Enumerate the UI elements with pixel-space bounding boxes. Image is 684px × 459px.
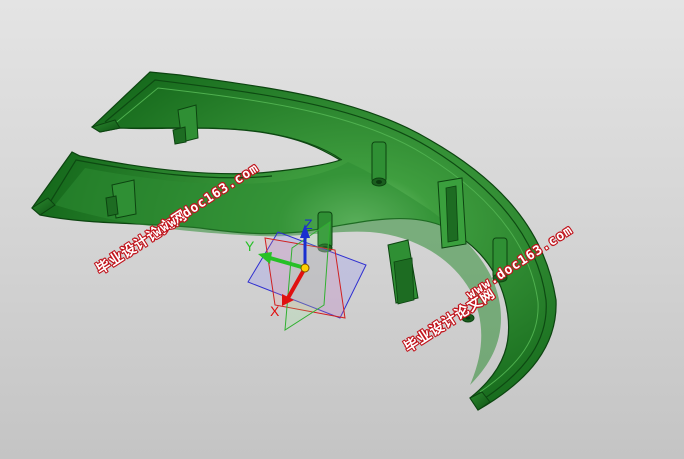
3d-viewport[interactable]: Z Y X 毕业设计论文网 www.doc163.com 毕业设计论文网 www… xyxy=(0,0,684,459)
snap-clip-4[interactable] xyxy=(387,239,419,305)
y-axis-label: Y xyxy=(245,238,255,254)
csys-origin[interactable] xyxy=(300,263,310,273)
model-canvas[interactable] xyxy=(0,0,684,459)
csys-manipulator[interactable] xyxy=(247,221,367,331)
z-axis-label: Z xyxy=(304,216,313,232)
boss-1[interactable] xyxy=(371,141,387,187)
snap-clip-3[interactable] xyxy=(437,177,467,249)
x-axis-label: X xyxy=(270,303,280,319)
